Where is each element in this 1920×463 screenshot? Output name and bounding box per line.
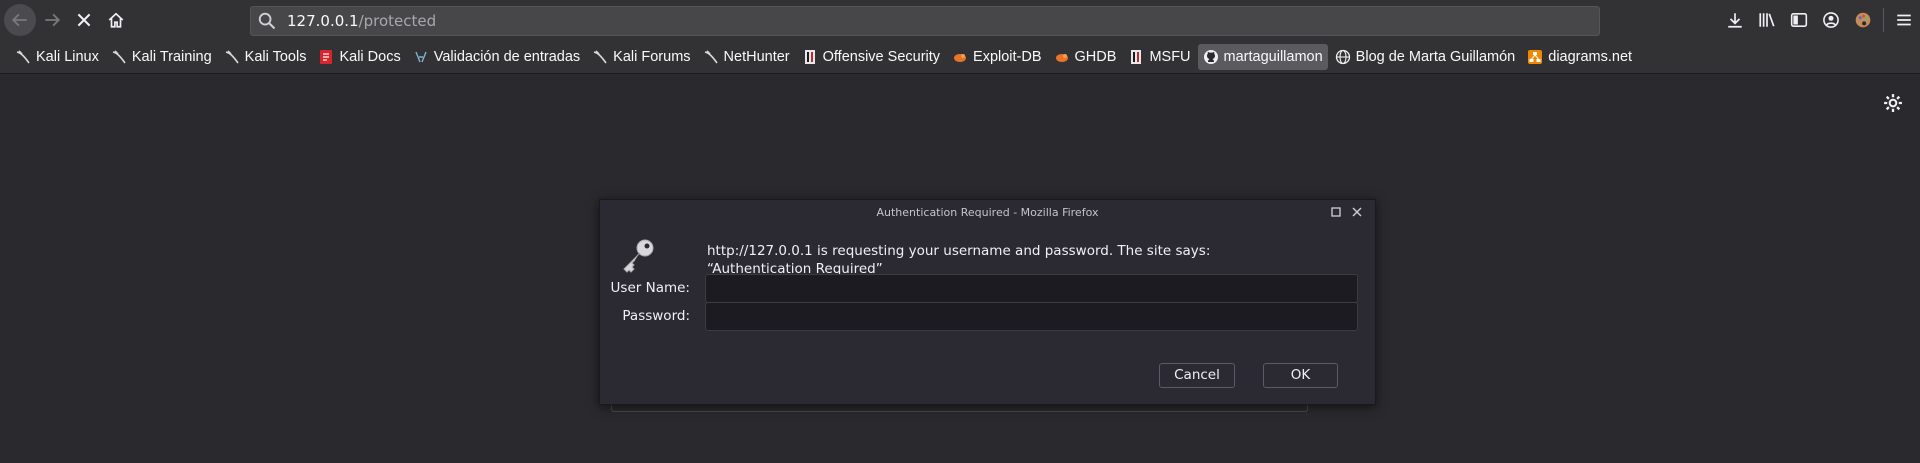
github-icon (1203, 49, 1219, 65)
username-label: User Name: (610, 280, 690, 296)
password-field[interactable] (705, 302, 1358, 331)
diagrams-icon (1527, 49, 1543, 65)
bookmark-label: Blog de Marta Guillamón (1355, 49, 1516, 65)
home-icon (108, 12, 124, 28)
back-arrow-icon (11, 13, 27, 27)
bookmark-ghdb[interactable]: GHDB (1049, 44, 1122, 70)
bookmark-label: Kali Linux (36, 49, 99, 65)
palette-icon (1855, 12, 1871, 28)
toolbar-separator (1883, 8, 1884, 32)
bookmark-label: diagrams.net (1548, 49, 1633, 65)
kali-dragon-icon (111, 49, 127, 65)
close-icon[interactable] (1351, 206, 1363, 218)
kali-dragon-icon (592, 49, 608, 65)
bookmark-label: MSFU (1149, 49, 1191, 65)
download-icon (1728, 13, 1742, 28)
bookmark-martaguillamon[interactable]: martaguillamon (1197, 44, 1328, 70)
browser-window: 127.0.0.1/protected Kali Linux Kali Trai… (0, 0, 1920, 463)
ok-button[interactable]: OK (1263, 363, 1338, 388)
key-icon (623, 239, 654, 273)
bookmark-blog-marta[interactable]: Blog de Marta Guillamón (1330, 44, 1521, 70)
bookmark-nethunter[interactable]: NetHunter (698, 44, 795, 70)
exploit-db-icon (952, 49, 968, 65)
bookmark-msfu[interactable]: MSFU (1123, 44, 1195, 70)
library-icon (1759, 13, 1775, 27)
authentication-dialog: Authentication Required - Mozilla Firefo… (599, 199, 1376, 405)
extension-button[interactable] (1847, 4, 1879, 36)
bookmark-kali-training[interactable]: Kali Training (106, 44, 217, 70)
library-button[interactable] (1751, 4, 1783, 36)
toolbar-right-icons (1719, 4, 1920, 36)
bookmark-label: Kali Training (131, 49, 212, 65)
bookmark-kali-tools[interactable]: Kali Tools (219, 44, 312, 70)
bookmark-label: GHDB (1074, 49, 1117, 65)
validation-icon (413, 49, 429, 65)
account-icon (1823, 12, 1839, 28)
stop-button[interactable] (68, 4, 100, 36)
exploit-db-icon (1054, 49, 1070, 65)
bookmark-validacion[interactable]: Validación de entradas (408, 44, 585, 70)
bookmark-exploit-db[interactable]: Exploit-DB (947, 44, 1047, 70)
bookmark-label: Kali Forums (613, 49, 691, 65)
sidebar-button[interactable] (1783, 4, 1815, 36)
kali-dragon-icon (703, 49, 719, 65)
url-path: /protected (358, 12, 437, 30)
maximize-icon[interactable] (1331, 207, 1341, 217)
gear-icon[interactable] (1882, 92, 1904, 114)
url-host: 127.0.0.1 (287, 12, 359, 30)
home-button[interactable] (100, 4, 132, 36)
bookmark-label: NetHunter (723, 49, 790, 65)
offsec-icon (1128, 49, 1144, 65)
globe-icon (1335, 49, 1351, 65)
bookmark-label: Kali Tools (244, 49, 307, 65)
bookmark-label: martaguillamon (1223, 49, 1323, 65)
bookmark-label: Kali Docs (339, 49, 401, 65)
menu-button[interactable] (1888, 4, 1920, 36)
hamburger-menu-icon (1897, 14, 1911, 26)
bookmark-kali-linux[interactable]: Kali Linux (10, 44, 104, 70)
kali-docs-icon (318, 49, 334, 65)
bookmark-offensive-security[interactable]: Offensive Security (797, 44, 945, 70)
offsec-icon (802, 49, 818, 65)
cancel-button[interactable]: Cancel (1159, 363, 1235, 388)
close-icon (77, 13, 91, 27)
bookmark-label: Exploit-DB (973, 49, 1042, 65)
bookmark-label: Offensive Security (822, 49, 941, 65)
bookmark-kali-forums[interactable]: Kali Forums (587, 44, 695, 70)
back-button[interactable] (4, 4, 36, 36)
sidebar-icon (1790, 13, 1808, 27)
username-field[interactable] (705, 274, 1358, 303)
kali-dragon-icon (224, 49, 240, 65)
forward-button[interactable] (36, 4, 68, 36)
dialog-title: Authentication Required - Mozilla Firefo… (876, 206, 1099, 219)
forward-arrow-icon (45, 13, 61, 27)
bookmark-kali-docs[interactable]: Kali Docs (313, 44, 405, 70)
bookmarks-toolbar: Kali Linux Kali Training Kali Tools Kali… (0, 41, 1920, 74)
url-bar[interactable]: 127.0.0.1/protected (250, 6, 1600, 36)
account-button[interactable] (1815, 4, 1847, 36)
password-label: Password: (622, 308, 690, 324)
downloads-button[interactable] (1719, 4, 1751, 36)
bookmark-label: Validación de entradas (433, 49, 581, 65)
bookmark-diagrams[interactable]: diagrams.net (1522, 44, 1637, 70)
kali-dragon-icon (15, 49, 31, 65)
navigation-toolbar: 127.0.0.1/protected (0, 0, 1920, 41)
url-text: 127.0.0.1/protected (287, 12, 436, 30)
dialog-message: http://127.0.0.1 is requesting your user… (707, 243, 1211, 277)
search-icon (258, 12, 276, 30)
